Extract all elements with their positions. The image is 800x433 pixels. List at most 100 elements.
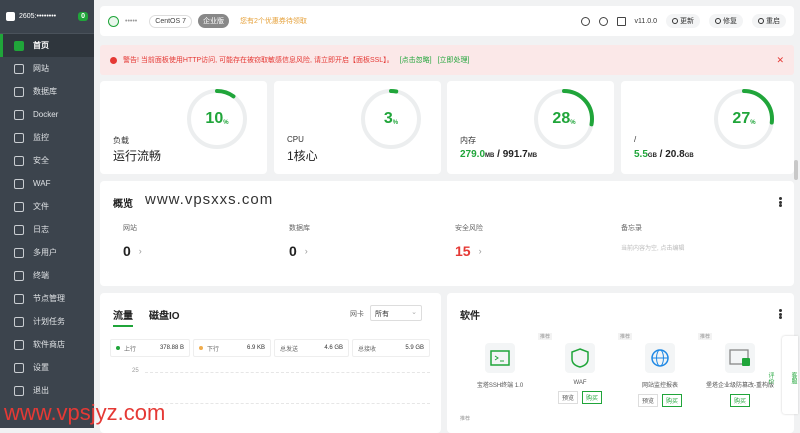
sidebar-item-cron[interactable]: 计划任务	[0, 310, 94, 333]
memo-placeholder[interactable]: 当前内容为空, 点击编辑	[621, 243, 684, 252]
ignore-link[interactable]: [点击忽略]	[400, 55, 432, 65]
log-icon	[14, 224, 24, 235]
chevron-right-icon: ›	[138, 246, 142, 256]
sidebar-item-files[interactable]: 文件	[0, 195, 94, 218]
users-icon	[14, 247, 24, 258]
recommend-tag: 推荐	[698, 333, 713, 340]
sidebar-item-logout[interactable]: 退出	[0, 379, 94, 402]
repair-button[interactable]: 修复	[709, 14, 743, 28]
sidebar-item-website[interactable]: 网站	[0, 57, 94, 80]
tab-traffic[interactable]: 流量	[113, 307, 133, 327]
total-sent-stat: 总发送 4.6 GB	[274, 339, 349, 357]
more-icon[interactable]	[779, 197, 782, 207]
sidebar-item-docker[interactable]: Docker	[0, 103, 94, 126]
sidebar-item-store[interactable]: 软件商店	[0, 333, 94, 356]
os-badge: CentOS 7	[149, 14, 193, 28]
memory-percent: 28	[552, 110, 571, 127]
memory-gauge[interactable]: 28%	[532, 87, 596, 151]
gear-icon	[14, 362, 24, 373]
chart-gridline	[145, 403, 430, 404]
alert-text: 警告! 当前面板使用HTTP访问, 可能存在被窃取敏感信息风险, 请立即开启【面…	[123, 57, 394, 64]
warning-icon	[110, 56, 117, 64]
sidebar-item-terminal[interactable]: 终端	[0, 264, 94, 287]
security-risk-stat[interactable]: 安全风险 15 ›	[455, 223, 483, 259]
sidebar-item-logs[interactable]: 日志	[0, 218, 94, 241]
wrench-icon	[715, 18, 721, 24]
chevron-right-icon: ›	[478, 246, 482, 256]
handle-now-link[interactable]: [立即处理]	[438, 55, 470, 65]
terminal-icon	[485, 343, 515, 373]
load-percent: 10	[205, 110, 224, 127]
sidebar-item-users[interactable]: 多用户	[0, 241, 94, 264]
sidebar-item-nodes[interactable]: 节点管理	[0, 287, 94, 310]
sidebar-item-home[interactable]: 首页	[0, 34, 94, 57]
top-bar: ••••• CentOS 7 企业版 您有2个优惠券待领取 v11.0.0 更新…	[100, 6, 794, 36]
notification-badge[interactable]: 0	[78, 12, 88, 21]
version-label: v11.0.0	[634, 17, 657, 25]
more-icon[interactable]	[779, 309, 782, 319]
cpu-percent: 3	[383, 110, 393, 127]
store-icon	[14, 339, 24, 350]
ssl-warning-alert: 警告! 当前面板使用HTTP访问, 可能存在被窃取敏感信息风险, 请立即开启【面…	[100, 45, 794, 75]
sidebar: 2605:•••••••• 0 首页 网站 数据库 Docker 监控 安全 W…	[0, 0, 94, 428]
nic-select[interactable]: 所有 ⌄	[370, 305, 422, 321]
tab-disk-io[interactable]: 磁盘IO	[149, 307, 180, 327]
floating-side-panel: 客服 评价	[767, 336, 798, 414]
disk-percent: 27	[732, 110, 751, 127]
software-item-site-monitor[interactable]: 推荐 网站监控报表 预览 购买	[618, 333, 700, 407]
load-card: 10% 负载 运行流畅	[100, 81, 267, 174]
cpu-gauge[interactable]: 3%	[359, 87, 423, 151]
software-title: 软件	[460, 311, 480, 322]
globe-icon	[645, 343, 675, 373]
home-icon	[14, 40, 24, 51]
scrollbar[interactable]	[794, 160, 798, 180]
sidebar-item-monitor[interactable]: 监控	[0, 126, 94, 149]
memo-section[interactable]: 备忘录 当前内容为空, 点击编辑	[621, 223, 684, 252]
preview-button[interactable]: 预览	[557, 391, 578, 404]
sidebar-nav: 首页 网站 数据库 Docker 监控 安全 WAF 文件 日志 多用户 终端 …	[0, 34, 94, 402]
logo-icon	[6, 12, 15, 21]
chart-y-tick: 25	[132, 368, 139, 374]
review-tab[interactable]: 评价	[766, 372, 775, 384]
monitor-icon	[14, 132, 24, 143]
coupon-promo-link[interactable]: 您有2个优惠券待领取	[235, 14, 312, 28]
nic-label: 网卡	[350, 311, 364, 318]
load-gauge[interactable]: 10%	[185, 87, 249, 151]
server-header: 2605:•••••••• 0	[0, 0, 94, 34]
update-button[interactable]: 更新	[666, 14, 700, 28]
clock-icon	[14, 316, 24, 327]
sidebar-item-security[interactable]: 安全	[0, 149, 94, 172]
avatar[interactable]	[108, 15, 119, 27]
watermark: www.vpsjyz.com	[4, 400, 166, 425]
customer-service-tab[interactable]: 客服	[789, 372, 798, 384]
sidebar-item-waf[interactable]: WAF	[0, 172, 94, 195]
overview-card: 概览 www.vpsxxs.com 网站 0 › 数据库 0 › 安全风险 15 › …	[100, 181, 794, 286]
buy-button[interactable]: 购买	[729, 394, 750, 407]
chart-gridline	[145, 372, 430, 373]
cpu-card: 3% CPU 1核心	[274, 81, 441, 174]
sites-stat[interactable]: 网站 0 ›	[123, 223, 142, 259]
upload-stat: 上行 378.88 B	[110, 339, 190, 357]
database-icon	[14, 86, 24, 97]
folder-icon	[14, 201, 24, 212]
load-label: 负载	[113, 136, 129, 145]
chevron-down-icon: ⌄	[411, 309, 417, 316]
buy-button[interactable]: 购买	[582, 391, 603, 404]
restart-button[interactable]: 重启	[752, 14, 786, 28]
traffic-tabs: 流量 磁盘IO	[113, 307, 180, 327]
preview-button[interactable]: 预览	[637, 394, 658, 407]
software-item-waf[interactable]: 推荐 WAF 预览 购买	[538, 333, 620, 404]
database-stat[interactable]: 数据库 0 ›	[289, 223, 310, 259]
download-dot	[199, 346, 203, 350]
close-icon[interactable]: ✕	[776, 55, 784, 66]
buy-button[interactable]: 购买	[662, 394, 683, 407]
disk-gauge[interactable]: 27%	[712, 87, 776, 151]
document-icon[interactable]	[616, 16, 626, 26]
sidebar-item-database[interactable]: 数据库	[0, 80, 94, 103]
memory-usage: 279.0MB / 991.7MB	[460, 149, 538, 160]
sidebar-item-settings[interactable]: 设置	[0, 356, 94, 379]
recommend-tag: 推荐	[618, 333, 633, 340]
software-item-ssh[interactable]: 宝塔SSH终端 1.0	[460, 343, 540, 389]
bell-icon[interactable]	[598, 16, 608, 26]
support-icon[interactable]	[580, 16, 590, 26]
